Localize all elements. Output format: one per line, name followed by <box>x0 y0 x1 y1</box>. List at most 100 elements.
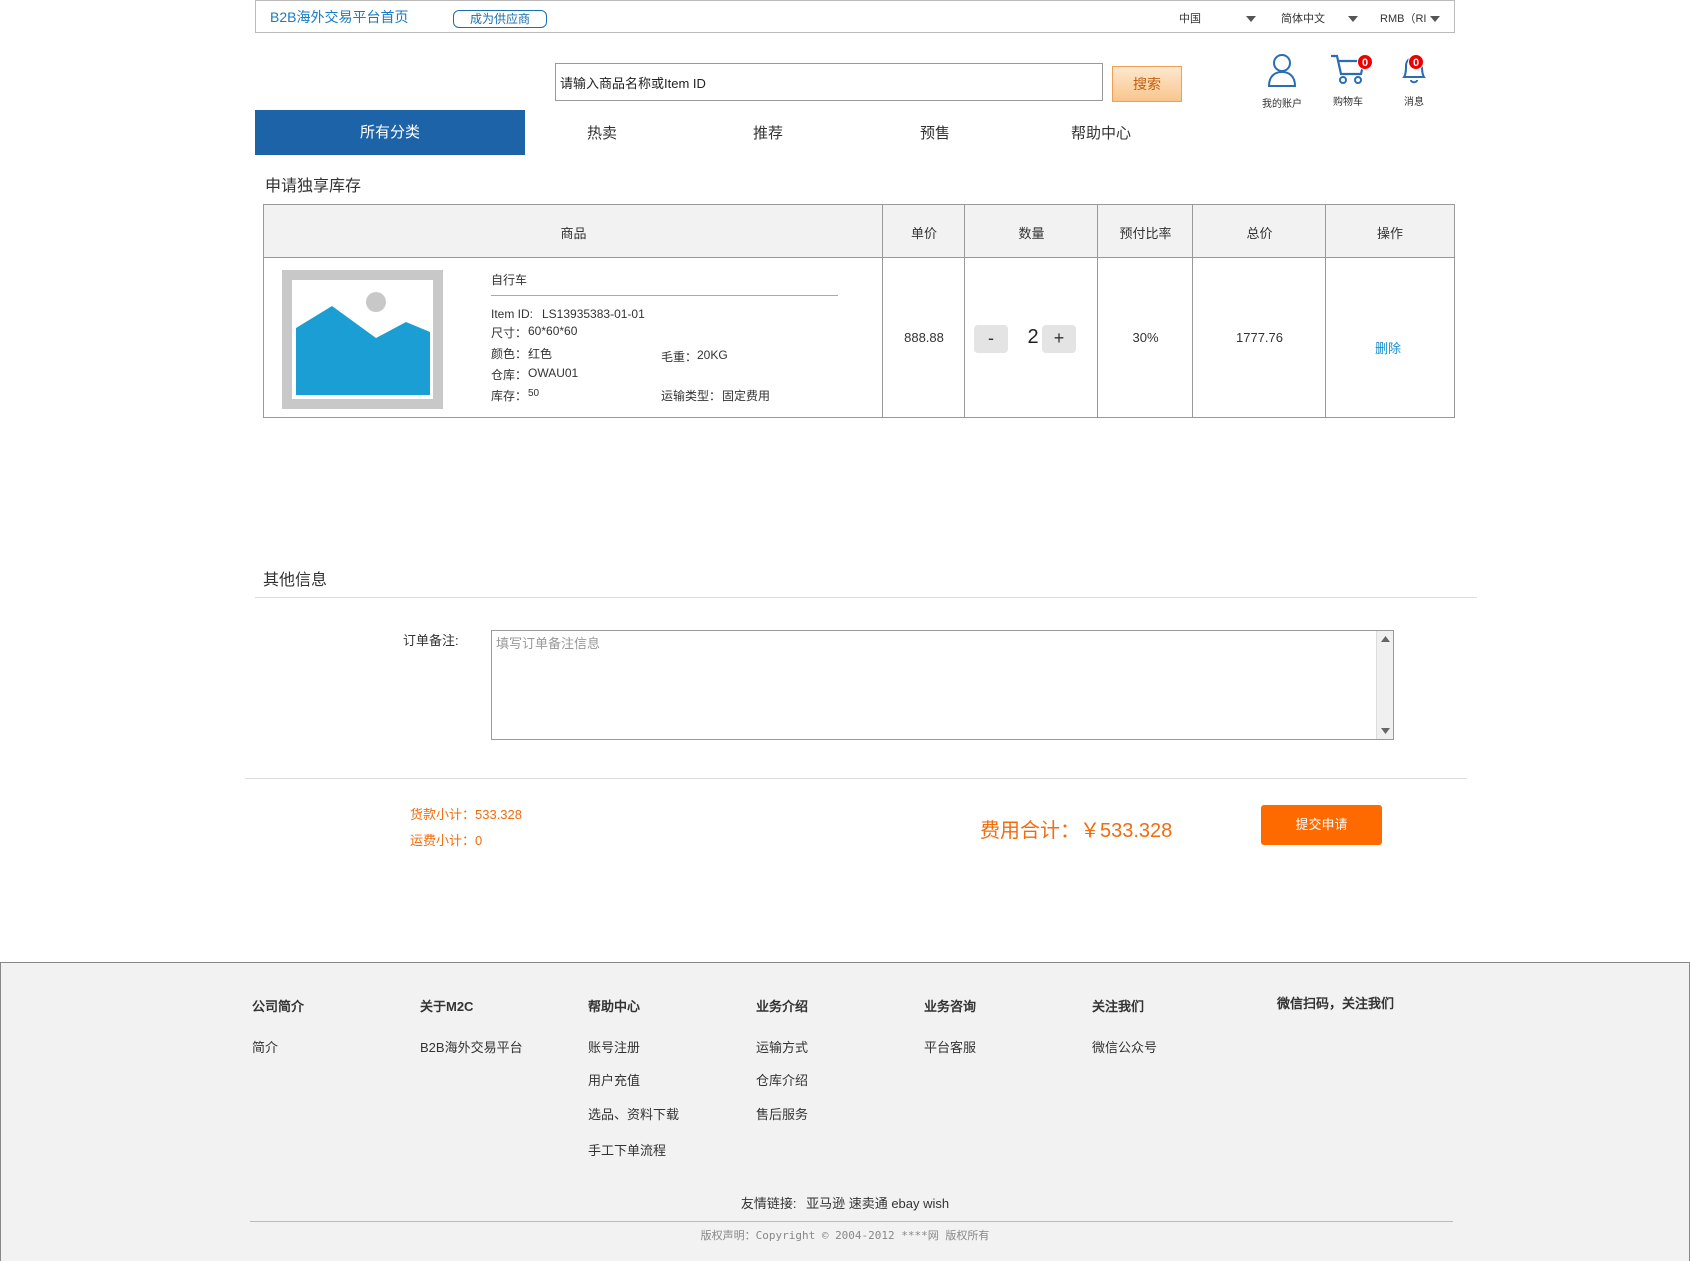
item-id-label: Item ID: <box>491 307 534 321</box>
order-table: 商品 单价 数量 预付比率 总价 操作 自行车 Item ID: LS13935… <box>263 204 1455 418</box>
messages-label: 消息 <box>1404 97 1424 108</box>
footer-column-business: 业务介绍 运输方式 仓库介绍 售后服务 <box>756 996 808 1123</box>
footer-link[interactable]: 平台客服 <box>924 1037 976 1056</box>
friend-links: 友情链接: 亚马逊 速卖通 ebay wish <box>1 1193 1689 1212</box>
weight-value: 20KG <box>697 348 728 362</box>
footer-heading: 关于M2C <box>420 999 474 1014</box>
prepay-ratio: 30% <box>1132 330 1159 345</box>
account-label: 我的账户 <box>1262 99 1302 110</box>
goods-subtotal: 货款小计：533.328 <box>410 807 522 822</box>
total-price: 1777.76 <box>1236 330 1283 345</box>
footer-heading: 关注我们 <box>1092 999 1145 1014</box>
search-input[interactable]: 请输入商品名称或Item ID <box>555 63 1103 101</box>
nav-item-help[interactable]: 帮助中心 <box>1071 122 1131 143</box>
nav-all-categories[interactable]: 所有分类 <box>255 110 525 155</box>
order-remark-textarea[interactable]: 填写订单备注信息 <box>491 630 1394 740</box>
currency-chevron-down-icon[interactable] <box>1430 16 1440 22</box>
fee-total: 费用合计：￥533.328 <box>980 820 1173 842</box>
stock-value: 50 <box>528 388 540 399</box>
user-icon <box>1267 54 1297 87</box>
footer-link[interactable]: 仓库介绍 <box>756 1070 808 1089</box>
size-label: 尺寸： <box>491 326 528 340</box>
nav-item-recommend[interactable]: 推荐 <box>753 122 783 143</box>
footer-column-follow: 关注我们 微信公众号 <box>1092 996 1157 1056</box>
friend-links-list[interactable]: 亚马逊 速卖通 ebay wish <box>806 1196 949 1211</box>
footer-column-about: 关于M2C B2B海外交易平台 <box>420 996 523 1056</box>
footer-heading: 业务咨询 <box>924 999 977 1014</box>
language-chevron-down-icon[interactable] <box>1348 16 1358 22</box>
color-label: 颜色： <box>491 347 528 361</box>
column-divider <box>1325 205 1326 417</box>
nav-item-presale[interactable]: 预售 <box>920 122 950 143</box>
footer-link[interactable]: 手工下单流程 <box>588 1140 679 1159</box>
th-unit-price: 单价 <box>910 226 937 241</box>
country-chevron-down-icon[interactable] <box>1246 16 1256 22</box>
footer-column-help: 帮助中心 账号注册 用户充值 选品、资料下载 手工下单流程 <box>588 996 679 1159</box>
quantity-increase-button[interactable]: + <box>1042 325 1076 353</box>
footer-link[interactable]: 用户充值 <box>588 1070 679 1089</box>
remark-scrollbar[interactable] <box>1376 631 1393 739</box>
footer-link[interactable]: 微信公众号 <box>1092 1037 1157 1056</box>
friend-links-label: 友情链接: <box>740 1196 797 1211</box>
language-select[interactable]: 简体中文 <box>1281 10 1325 26</box>
footer-heading: 公司简介 <box>252 999 305 1014</box>
section-title-other-info: 其他信息 <box>263 572 328 589</box>
submit-application-button[interactable]: 提交申请 <box>1261 805 1382 845</box>
table-header: 商品 单价 数量 预付比率 总价 操作 <box>264 205 1454 258</box>
country-select[interactable]: 中国 <box>1179 10 1201 26</box>
copyright: 版权声明：Copyright © 2004-2012 ****网 版权所有 <box>700 1229 990 1242</box>
footer-link[interactable]: 选品、资料下载 <box>588 1104 679 1123</box>
nav-item-hot[interactable]: 热卖 <box>587 122 617 143</box>
shipping-type-label: 运输类型： <box>661 389 722 403</box>
column-divider <box>964 205 965 417</box>
order-remark-label: 订单备注: <box>403 633 459 648</box>
th-product: 商品 <box>560 226 587 241</box>
footer: 公司简介 简介 关于M2C B2B海外交易平台 帮助中心 账号注册 用户充值 选… <box>0 962 1690 1261</box>
stock-label: 库存： <box>491 389 528 403</box>
order-remark-placeholder: 填写订单备注信息 <box>496 636 601 651</box>
th-prepay-ratio: 预付比率 <box>1119 226 1172 241</box>
footer-link[interactable]: 运输方式 <box>756 1037 808 1056</box>
wechat-follow-label: 微信扫码，关注我们 <box>1277 996 1395 1011</box>
shipping-type-value: 固定费用 <box>722 389 771 403</box>
cart-count-badge: 0 <box>1357 54 1373 70</box>
weight-label: 毛重： <box>661 350 698 364</box>
become-supplier-button[interactable]: 成为供应商 <box>453 10 547 28</box>
search-button[interactable]: 搜索 <box>1112 66 1182 102</box>
footer-column-consulting: 业务咨询 平台客服 <box>924 996 976 1056</box>
column-divider <box>1192 205 1193 417</box>
scroll-down-icon[interactable] <box>1381 728 1390 734</box>
scroll-up-icon[interactable] <box>1381 636 1390 642</box>
image-placeholder-icon <box>292 280 433 399</box>
section-title-exclusive-stock: 申请独享库存 <box>265 178 362 195</box>
currency-select[interactable]: RMB（RI <box>1380 10 1426 26</box>
th-quantity: 数量 <box>1018 226 1045 241</box>
unit-price: 888.88 <box>904 330 944 345</box>
column-divider <box>882 205 883 417</box>
footer-link[interactable]: B2B海外交易平台 <box>420 1037 523 1056</box>
th-action: 操作 <box>1376 226 1403 241</box>
footer-link[interactable]: 简介 <box>252 1037 304 1056</box>
product-divider <box>491 295 838 296</box>
warehouse-label: 仓库： <box>491 368 528 382</box>
cart-label: 购物车 <box>1333 97 1363 108</box>
size-value: 60*60*60 <box>528 324 578 338</box>
footer-column-company: 公司简介 简介 <box>252 996 304 1056</box>
th-total: 总价 <box>1246 226 1273 241</box>
product-image[interactable] <box>282 270 443 409</box>
column-divider <box>1097 205 1098 417</box>
my-account-button[interactable]: 我的账户 <box>1252 52 1312 110</box>
footer-link[interactable]: 售后服务 <box>756 1104 808 1123</box>
warehouse-value: OWAU01 <box>528 366 579 380</box>
footer-heading: 业务介绍 <box>756 999 809 1014</box>
footer-heading: 帮助中心 <box>588 999 641 1014</box>
summary-divider <box>245 778 1467 779</box>
section-divider <box>255 597 1477 598</box>
freight-subtotal: 运费小计：0 <box>410 833 483 848</box>
delete-link[interactable]: 删除 <box>1326 338 1450 357</box>
home-link[interactable]: B2B海外交易平台首页 <box>270 7 408 27</box>
item-id-value: LS13935383-01-01 <box>542 307 645 321</box>
color-value: 红色 <box>528 347 553 361</box>
footer-link[interactable]: 账号注册 <box>588 1037 679 1056</box>
quantity-decrease-button[interactable]: - <box>974 325 1008 353</box>
